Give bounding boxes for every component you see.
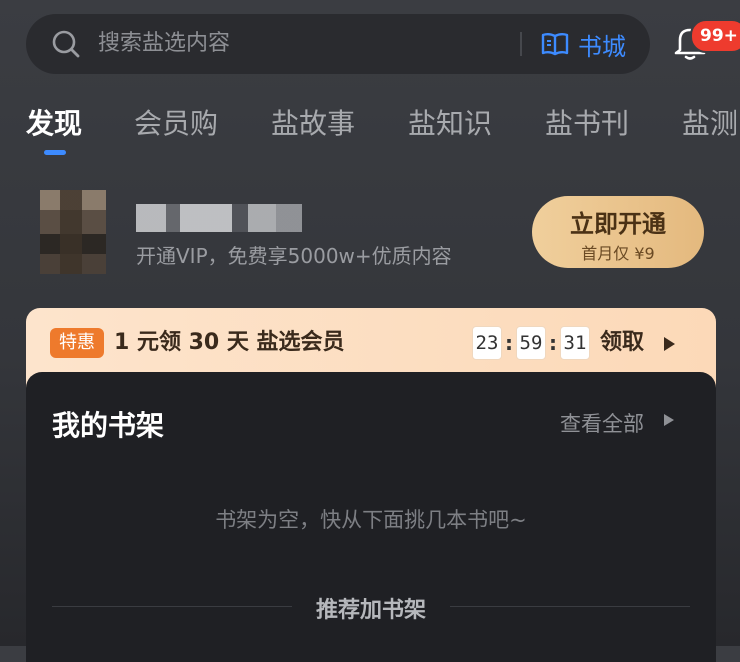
tab-discover[interactable]: 发现 <box>26 102 82 142</box>
bookshelf-card: 我的书架 查看全部 书架为空，快从下面挑几本书吧~ 推荐加书架 <box>26 372 716 662</box>
bookstore-button[interactable]: 书城 <box>540 14 626 74</box>
play-arrow-icon <box>664 414 674 426</box>
divider <box>52 606 292 607</box>
username-blurred <box>136 204 302 232</box>
recommend-heading: 推荐加书架 <box>315 598 426 623</box>
bookshelf-title: 我的书架 <box>52 409 165 442</box>
promo-text: 1 元领 30 天 盐选会员 <box>114 330 345 355</box>
open-vip-button[interactable]: 立即开通 首月仅 ¥9 <box>532 196 704 268</box>
search-bar[interactable]: 搜索盐选内容 书城 <box>26 14 650 74</box>
tab-stories[interactable]: 盐故事 <box>271 102 355 142</box>
countdown-timer: 23 : 59 : 31 <box>472 326 590 360</box>
search-input[interactable]: 搜索盐选内容 <box>98 14 230 74</box>
notification-badge: 99+ <box>690 19 740 53</box>
view-all-link[interactable]: 查看全部 <box>560 408 644 438</box>
play-arrow-icon <box>664 337 675 351</box>
timer-minutes: 59 <box>516 326 546 360</box>
active-tab-indicator <box>44 150 66 155</box>
divider <box>450 606 690 607</box>
vip-banner: 开通VIP，免费享5000w+优质内容 立即开通 首月仅 ¥9 <box>0 188 740 284</box>
timer-separator: : <box>549 331 557 355</box>
promo-badge: 特惠 <box>50 328 104 358</box>
timer-hours: 23 <box>472 326 502 360</box>
timer-separator: : <box>505 331 513 355</box>
bookstore-label: 书城 <box>578 32 626 61</box>
claim-button[interactable]: 领取 <box>600 328 644 358</box>
tab-bar: 发现 会员购 盐故事 盐知识 盐书刊 盐测 <box>0 96 740 166</box>
search-icon <box>52 30 80 58</box>
tab-tests[interactable]: 盐测 <box>682 102 738 142</box>
tab-knowledge[interactable]: 盐知识 <box>408 102 492 142</box>
open-vip-price: 首月仅 ¥9 <box>581 244 655 263</box>
timer-seconds: 31 <box>560 326 590 360</box>
tab-member-shop[interactable]: 会员购 <box>134 102 218 142</box>
avatar[interactable] <box>40 190 106 274</box>
vip-description: 开通VIP，免费享5000w+优质内容 <box>136 244 452 268</box>
search-divider <box>520 32 522 56</box>
book-icon <box>541 33 569 56</box>
open-vip-label: 立即开通 <box>570 210 666 238</box>
tab-publications[interactable]: 盐书刊 <box>545 102 629 142</box>
empty-shelf-message: 书架为空，快从下面挑几本书吧~ <box>215 508 527 532</box>
